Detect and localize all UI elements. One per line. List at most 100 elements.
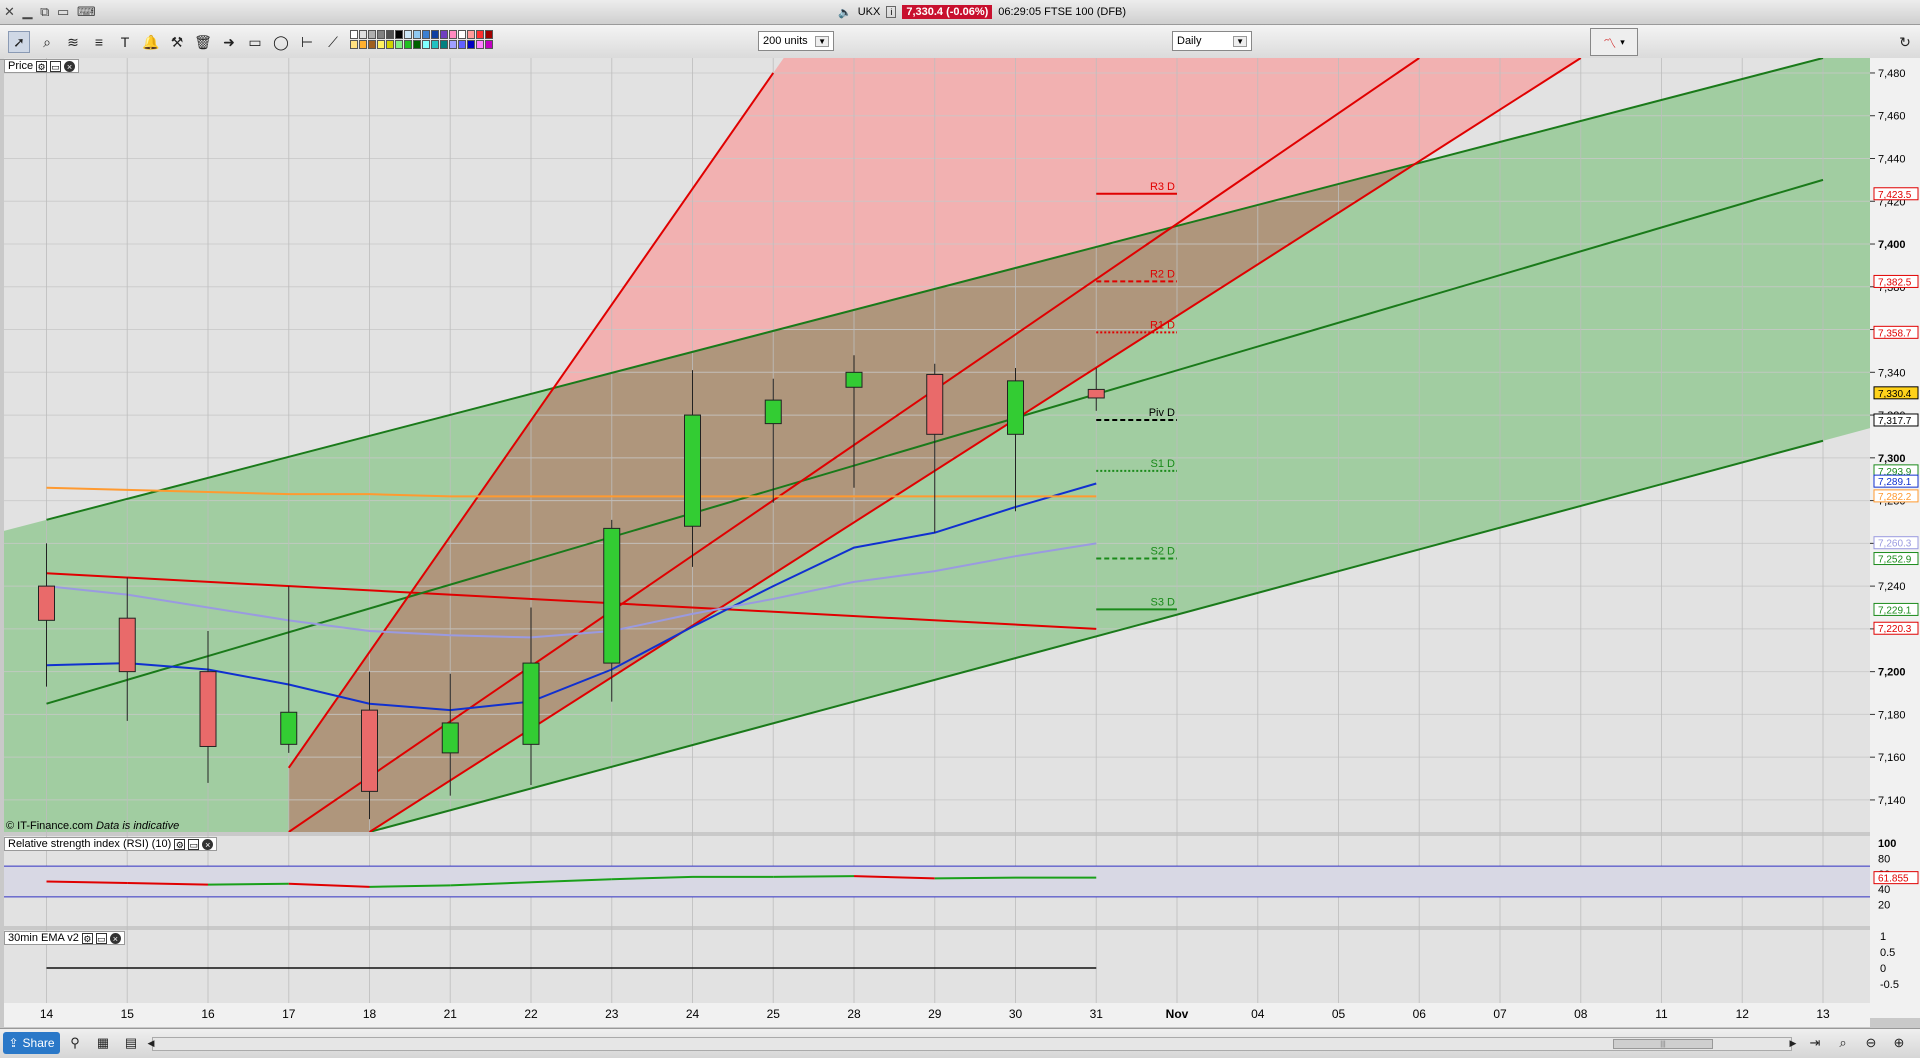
x-tick-label: 21 [444,1007,458,1021]
share-label: Share [22,1036,55,1050]
candle-body-down [926,373,944,435]
close-icon[interactable]: × [109,932,121,944]
rsi-value-label: 61.855 [1878,874,1909,885]
y-tick-label: 7,460 [1878,111,1906,123]
candle-body-up [522,662,540,745]
price-marker-label: 7,330.4 [1878,389,1912,400]
pivot-label: Piv D [1149,407,1175,419]
x-tick-label: 12 [1736,1007,1750,1021]
candle-body-up [1007,380,1024,435]
x-tick-label: 18 [363,1007,377,1021]
y-tick-label: 7,480 [1878,68,1906,80]
y-tick-label: 7,300 [1878,453,1906,465]
price-marker-label: 7,289.1 [1878,477,1912,488]
zoom-out-icon[interactable]: ⊖ [1862,1034,1880,1052]
rsi-panel-label: Relative strength index (RSI) (10) ⚙ ▭ × [4,837,218,851]
fit-chart-icon[interactable]: ⇥ [1806,1034,1824,1052]
candle-body-up [441,722,459,754]
ema-tick-label: 1 [1880,931,1886,943]
x-tick-label: 30 [1009,1007,1023,1021]
x-tick-label: 22 [524,1007,538,1021]
rsi-segment [207,882,289,886]
price-marker-label: 7,423.5 [1878,190,1912,201]
candle-body-down [118,617,136,673]
rsi-tick-label: 80 [1878,853,1890,865]
rsi-segment [773,875,855,878]
y-tick-label: 7,400 [1878,239,1906,251]
x-tick-label: Nov [1166,1007,1189,1021]
x-tick-label: 25 [767,1007,781,1021]
pivot-label: S2 D [1151,546,1176,558]
x-tick-label: 29 [928,1007,942,1021]
candle-body-up [845,371,863,388]
zoom-in-icon[interactable]: ⊕ [1890,1034,1908,1052]
y-tick-label: 7,440 [1878,153,1906,165]
price-marker-label: 7,252.9 [1878,555,1912,566]
watermark-note: Data is indicative [96,820,180,832]
share-icon: ⇪ [8,1036,19,1050]
y-tick-label: 7,160 [1878,752,1906,764]
ema-panel-title: 30min EMA v2 [8,932,79,944]
price-marker-label: 7,382.5 [1878,277,1912,288]
scroll-left-icon[interactable]: ◀ [142,1034,160,1052]
y-tick-label: 7,340 [1878,367,1906,379]
wrench-icon[interactable]: ⚙ [174,838,186,850]
wrench-icon[interactable]: ⚙ [81,932,93,944]
x-tick-label: 06 [1413,1007,1427,1021]
ema-tick-label: -0.5 [1880,979,1899,991]
x-tick-label: 28 [847,1007,861,1021]
rsi-segment [934,876,1016,880]
share-button[interactable]: ⇪ Share [3,1032,60,1054]
candle-body-up [684,414,701,527]
scrollbar-thumb[interactable]: ||| [1613,1039,1713,1049]
x-tick-label: 31 [1090,1007,1104,1021]
y-tick-label: 7,240 [1878,581,1906,593]
link-icon[interactable]: ⚲ [66,1034,84,1052]
x-tick-label: 17 [282,1007,296,1021]
x-tick-label: 04 [1251,1007,1265,1021]
window-icon[interactable]: ▭ [50,60,62,72]
ema-tick-label: 0.5 [1880,947,1895,959]
x-tick-label: 15 [121,1007,135,1021]
x-tick-label: 08 [1574,1007,1588,1021]
x-tick-label: 05 [1332,1007,1346,1021]
candle-body-up [764,399,782,425]
pivot-label: R2 D [1150,268,1175,280]
candle-body-down [1087,388,1105,399]
price-marker-label: 7,220.3 [1878,624,1912,635]
candle-body-down [38,585,55,621]
candle-body-up [280,711,298,745]
bottom-bar: ⇪ Share ⚲ ▦ ▤ ||| ◀ ▶ ⇥ ⌕ ⊖ ⊕ [0,1028,1920,1058]
rsi-tick-label: 40 [1878,884,1890,896]
close-icon[interactable]: × [64,60,76,72]
y-tick-label: 7,200 [1878,667,1906,679]
scroll-right-icon[interactable]: ▶ [1784,1034,1802,1052]
pivot-label: S3 D [1151,596,1176,608]
rsi-band [4,866,1870,897]
pivot-label: S1 D [1151,458,1176,470]
print-icon[interactable]: ▤ [122,1034,140,1052]
layout-icon[interactable]: ▦ [94,1034,112,1052]
pivot-label: R1 D [1150,319,1175,331]
price-panel-label: Price ⚙ ▭ × [4,59,80,73]
price-marker-label: 7,358.7 [1878,328,1912,339]
horizontal-scrollbar[interactable]: ||| [152,1037,1792,1051]
rsi-tick-label: 20 [1878,900,1890,912]
price-marker-label: 7,317.7 [1878,416,1912,427]
candle-body-down [199,671,217,747]
window-icon[interactable]: ▭ [95,932,107,944]
window-icon[interactable]: ▭ [188,838,200,850]
price-marker-label: 7,260.3 [1878,539,1912,550]
ema-panel-label: 30min EMA v2 ⚙ ▭ × [4,931,125,945]
close-icon[interactable]: × [202,838,214,850]
wrench-icon[interactable]: ⚙ [36,60,48,72]
watermark: © IT-Finance.com Data is indicative [6,820,179,832]
candle-body-down [361,709,378,792]
ema-tick-label: 0 [1880,963,1886,975]
zoom-area-icon[interactable]: ⌕ [1834,1034,1852,1052]
y-tick-label: 7,180 [1878,709,1906,721]
x-tick-label: 07 [1493,1007,1507,1021]
x-tick-label: 14 [40,1007,54,1021]
price-panel-title: Price [8,60,34,72]
rsi-tick-label: 100 [1878,838,1896,850]
